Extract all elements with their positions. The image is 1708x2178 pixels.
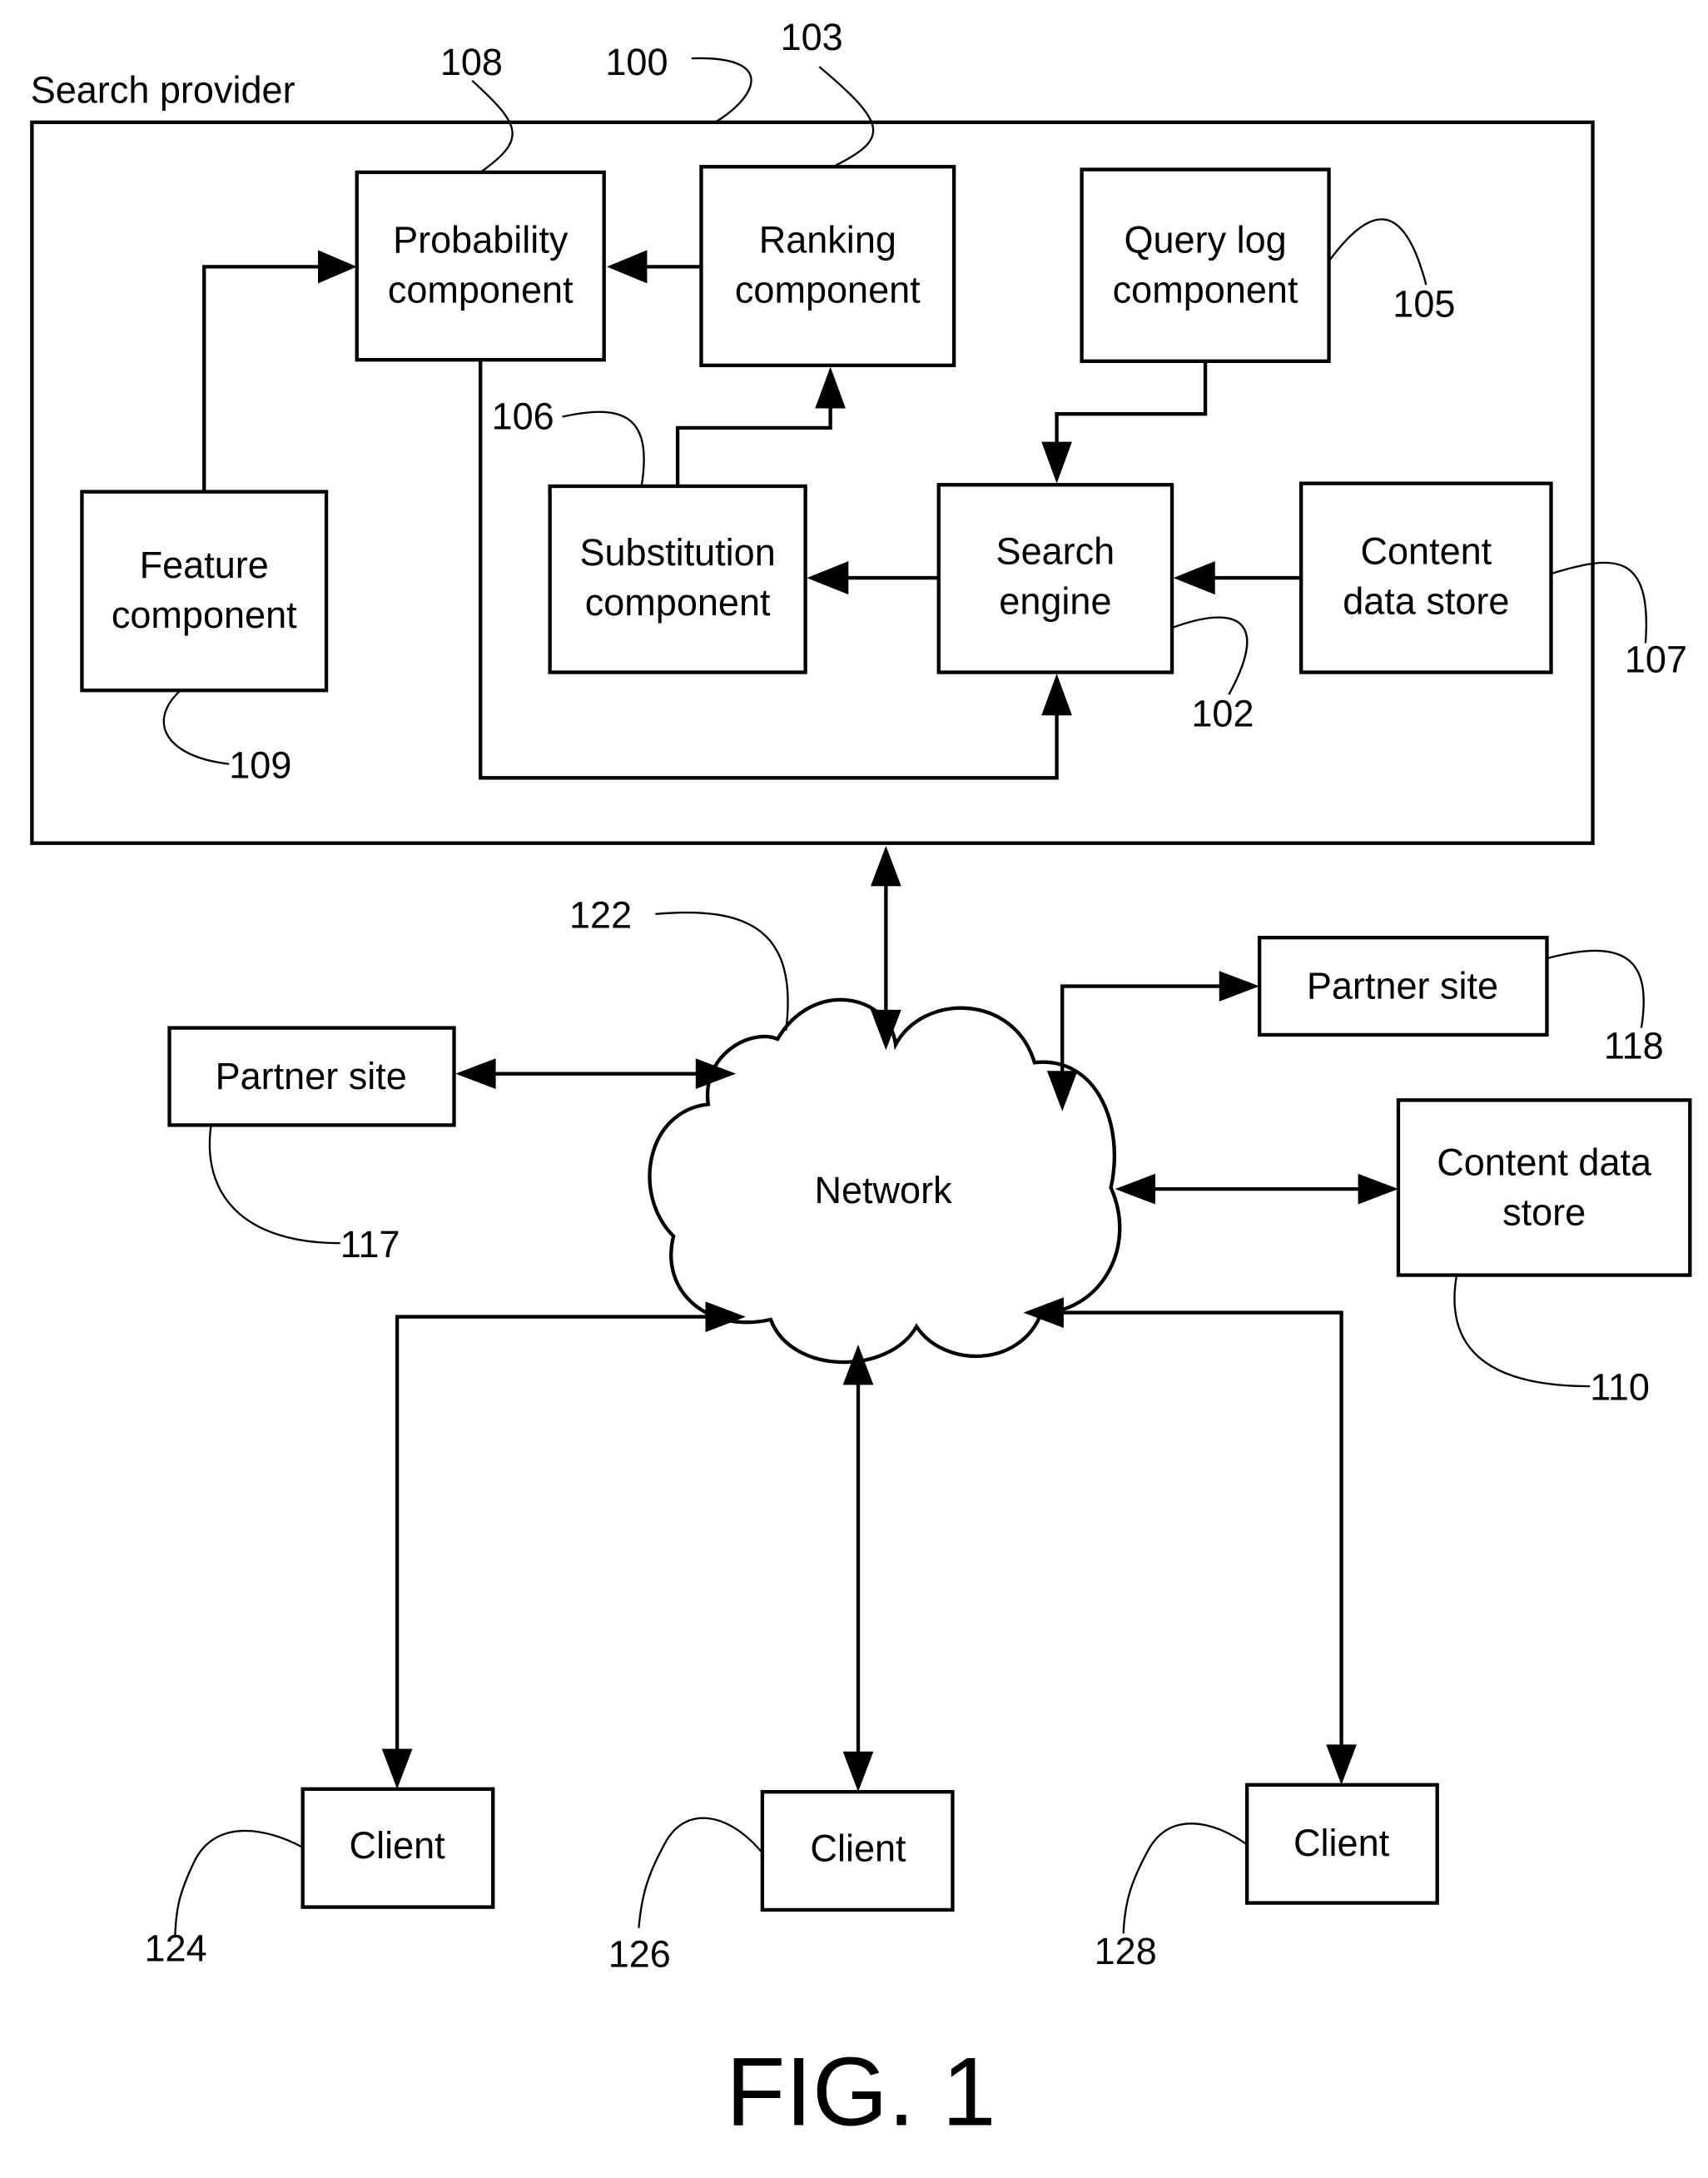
leader-110	[1453, 1275, 1591, 1388]
query-log-line2: component	[1113, 269, 1298, 311]
content-store-inner-line1: Content	[1360, 530, 1492, 572]
search-provider-label: Search provider	[31, 69, 295, 112]
partner-right-ref: 118	[1604, 1024, 1664, 1067]
search-engine-line1: Search	[996, 530, 1115, 572]
feature-line2: component	[112, 594, 297, 636]
leader-118	[1547, 949, 1645, 1028]
ranking-line2: component	[735, 269, 921, 311]
query-log-line1: Query log	[1124, 219, 1286, 261]
arrowhead-up-icon	[871, 846, 901, 887]
client-3-label: Client	[1293, 1822, 1390, 1864]
leader-128	[1122, 1822, 1248, 1934]
content-store-outer-line2: store	[1502, 1191, 1586, 1233]
feature-component: Feature component	[80, 490, 329, 693]
ranking-ref: 103	[781, 16, 843, 58]
ranking-line1: Ranking	[759, 219, 896, 261]
substitution-ref: 106	[492, 395, 554, 438]
edge-client3-network	[1059, 1310, 1343, 1748]
substitution-line1: Substitution	[579, 531, 775, 574]
probability-component: Probability component	[355, 170, 606, 362]
partner-site-right: Partner site	[1257, 935, 1549, 1037]
search-engine: Search engine	[936, 483, 1174, 674]
feature-ref: 109	[229, 743, 291, 786]
leader-126	[638, 1817, 763, 1928]
search-provider-ref: 100	[605, 41, 668, 83]
network-ref: 122	[569, 893, 632, 936]
arrowhead-left-icon	[455, 1058, 496, 1089]
system-diagram: Search provider 100 Probability componen…	[30, 16, 1692, 2146]
content-store-inner-line2: data store	[1343, 579, 1509, 622]
arrowhead-right-icon	[1219, 971, 1260, 1002]
edge-partnerright-network	[1060, 984, 1223, 1077]
content-store-outer-line1: Content data	[1437, 1141, 1652, 1183]
probability-line2: component	[388, 269, 573, 311]
query-log-component: Query log component	[1080, 167, 1331, 363]
client-126: Client	[760, 1789, 955, 1912]
network-label: Network	[814, 1169, 952, 1211]
client-128: Client	[1244, 1783, 1439, 1905]
ranking-component: Ranking component	[699, 165, 956, 367]
client-1-label: Client	[350, 1824, 446, 1867]
query-log-ref: 105	[1393, 282, 1455, 325]
probability-ref: 108	[440, 41, 503, 83]
feature-line1: Feature	[140, 544, 269, 586]
search-engine-line2: engine	[999, 579, 1111, 622]
content-store-outer-ref: 110	[1590, 1366, 1650, 1409]
client-124: Client	[300, 1787, 495, 1909]
leader-100	[691, 57, 752, 123]
client-2-ref: 126	[608, 1932, 671, 1975]
content-data-store-inner: Content data store	[1299, 481, 1553, 674]
substitution-line2: component	[585, 581, 771, 624]
arrowhead-left-icon	[1115, 1173, 1156, 1205]
leader-124	[174, 1829, 304, 1938]
probability-line1: Probability	[393, 219, 569, 261]
client-2-label: Client	[810, 1827, 906, 1870]
search-engine-ref: 102	[1191, 693, 1254, 735]
content-data-store-outer: Content data store	[1396, 1098, 1692, 1277]
partner-left-label: Partner site	[216, 1055, 407, 1097]
partner-left-ref: 117	[340, 1223, 400, 1266]
client-3-ref: 128	[1095, 1930, 1157, 1972]
leader-117	[208, 1125, 340, 1245]
substitution-component: Substitution component	[548, 484, 807, 674]
arrowhead-right-icon	[1358, 1173, 1398, 1205]
partner-right-label: Partner site	[1307, 965, 1498, 1007]
content-store-inner-ref: 107	[1625, 639, 1687, 681]
arrowhead-down-icon	[842, 1751, 874, 1793]
edge-client1-network	[395, 1315, 708, 1753]
leader-122	[655, 911, 789, 1032]
arrowhead-down-icon	[381, 1748, 413, 1789]
partner-site-left: Partner site	[167, 1026, 456, 1127]
figure-title: FIG. 1	[726, 2037, 996, 2146]
arrowhead-down-icon	[1326, 1744, 1357, 1785]
